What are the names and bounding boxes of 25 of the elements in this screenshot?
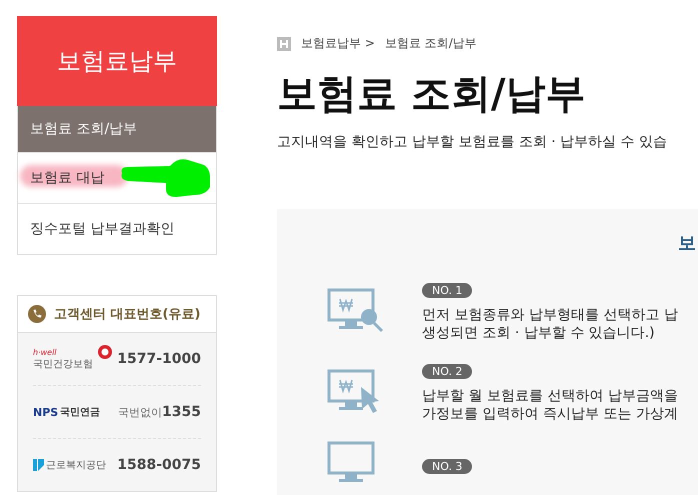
- phone-number: 1577-1000: [117, 351, 201, 367]
- breadcrumb-link[interactable]: 보험료납부 >: [301, 35, 375, 52]
- step-badge: NO. 2: [422, 364, 472, 379]
- step-badge: NO. 3: [422, 458, 472, 474]
- page-title: 보험료 조회/납부: [277, 70, 587, 119]
- monitor-search-icon: [327, 288, 385, 334]
- step-text: 납부할 월 보험료를 선택하여 납부금액을: [422, 387, 678, 405]
- sidebar-item[interactable]: 보험료 조회/납부: [18, 106, 216, 152]
- step-text: 먼저 보험종류와 납부형태를 선택하고 납: [422, 306, 678, 324]
- sidebar-title: 보험료납부: [17, 16, 217, 106]
- phone-number: 1588-0075: [117, 457, 201, 473]
- phone-prefix: 국번없이: [118, 405, 162, 420]
- step-badge: NO. 1: [422, 283, 472, 298]
- contact-title: 고객센터 대표번호(유료): [54, 306, 200, 323]
- step-text: 생성되면 조회 · 납부할 수 있습니다.): [422, 324, 656, 342]
- phone-number: 1355: [162, 404, 201, 420]
- pension-logo: NPS 국민연금: [33, 405, 100, 419]
- page-description: 고지내역을 확인하고 납부할 보험료를 조회 · 납부하실 수 있습: [277, 133, 668, 151]
- health-insurance-logo: h·well 국민건강보험: [33, 348, 113, 370]
- home-icon: [277, 36, 291, 50]
- phone-icon: [28, 305, 46, 323]
- breadcrumb-link[interactable]: 보험료 조회/납부: [384, 35, 477, 52]
- panel-heading: 보: [677, 232, 697, 255]
- welfare-logo: 근로복지공단: [33, 458, 106, 472]
- step-text: 가정보를 입력하여 즉시납부 또는 가상계: [422, 405, 678, 423]
